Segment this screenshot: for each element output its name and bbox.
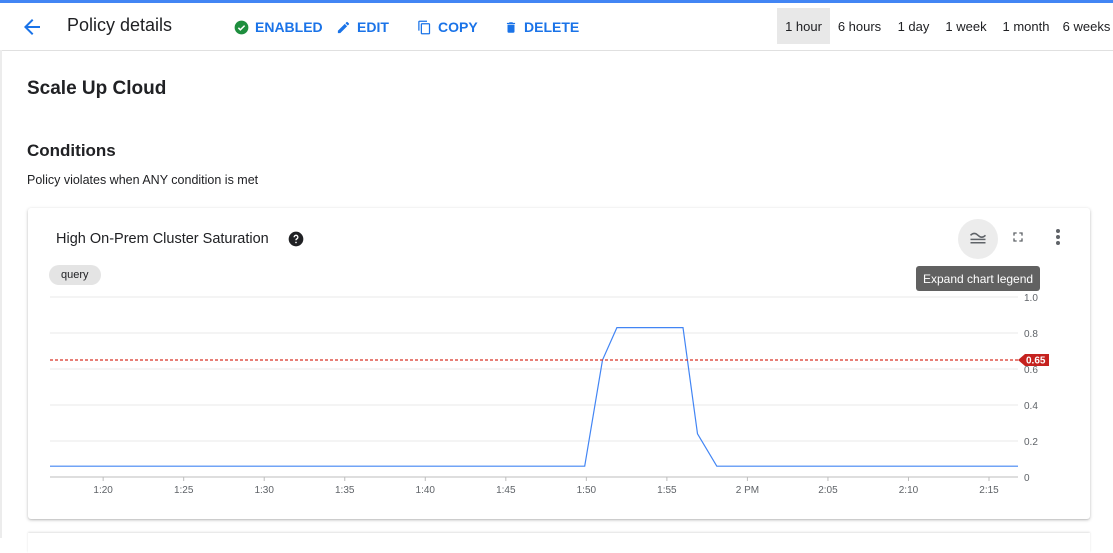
- x-tick-label: 1:50: [577, 485, 597, 496]
- back-arrow-icon[interactable]: [20, 15, 44, 39]
- saturation-chart: 1:20 1:25 1:30 1:35 1:40 1:45 1:50 1:55 2 PM 2:05…: [50, 293, 1049, 496]
- y-tick-label: 0.4: [1024, 401, 1038, 412]
- x-tick-label: 1:55: [657, 485, 677, 496]
- x-tick-label: 1:25: [174, 485, 194, 496]
- x-tick-label: 2:10: [899, 485, 919, 496]
- policy-name: Scale Up Cloud: [27, 78, 167, 99]
- x-tick-label: 2 PM: [736, 485, 759, 496]
- edit-button[interactable]: EDIT: [336, 16, 389, 38]
- copy-label: COPY: [438, 19, 478, 35]
- edit-label: EDIT: [357, 19, 389, 35]
- range-1-month[interactable]: 1 month: [997, 8, 1055, 44]
- threshold-marker: 0.65: [1018, 354, 1049, 367]
- conditions-heading: Conditions: [27, 141, 116, 160]
- y-tick-label: 0.8: [1024, 329, 1038, 340]
- x-tick-label: 2:05: [818, 485, 838, 496]
- next-condition-card: [28, 533, 1090, 553]
- left-edge: [0, 50, 2, 538]
- condition-chart-card: High On-Prem Cluster Saturation query 1:…: [28, 208, 1090, 519]
- x-tick-label: 1:45: [496, 485, 516, 496]
- y-tick-label: 0.6: [1024, 365, 1038, 376]
- range-6-hours[interactable]: 6 hours: [832, 8, 887, 44]
- x-tick-label: 1:40: [416, 485, 436, 496]
- page-title: Policy details: [67, 15, 173, 35]
- range-1-hour[interactable]: 1 hour: [777, 8, 830, 44]
- enabled-button[interactable]: ENABLED: [234, 16, 323, 38]
- copy-button[interactable]: COPY: [417, 16, 478, 38]
- x-tick-label: 2:15: [979, 485, 999, 496]
- copy-icon: [417, 20, 432, 35]
- legend-tooltip: Expand chart legend: [916, 266, 1041, 291]
- check-circle-icon: [234, 20, 249, 35]
- y-tick-label: 0: [1024, 473, 1030, 484]
- delete-button[interactable]: DELETE: [504, 16, 579, 38]
- enabled-label: ENABLED: [255, 19, 323, 35]
- series-line: [50, 326, 1018, 467]
- conditions-subtitle: Policy violates when ANY condition is me…: [27, 173, 259, 187]
- y-tick-label: 0.2: [1024, 437, 1038, 448]
- y-tick-label: 1.0: [1024, 293, 1038, 304]
- delete-label: DELETE: [524, 19, 580, 35]
- threshold-label: 0.65: [1026, 356, 1046, 367]
- range-6-weeks[interactable]: 6 weeks: [1060, 8, 1113, 44]
- range-1-week[interactable]: 1 week: [940, 8, 992, 44]
- x-tick-label: 1:20: [93, 485, 113, 496]
- pencil-icon: [336, 20, 351, 35]
- trash-icon: [504, 20, 518, 35]
- x-tick-label: 1:35: [335, 485, 355, 496]
- range-1-day[interactable]: 1 day: [891, 8, 936, 44]
- x-tick-label: 1:30: [254, 485, 274, 496]
- toolbar: Policy details ENABLED EDIT COPY DELETE …: [0, 3, 1113, 51]
